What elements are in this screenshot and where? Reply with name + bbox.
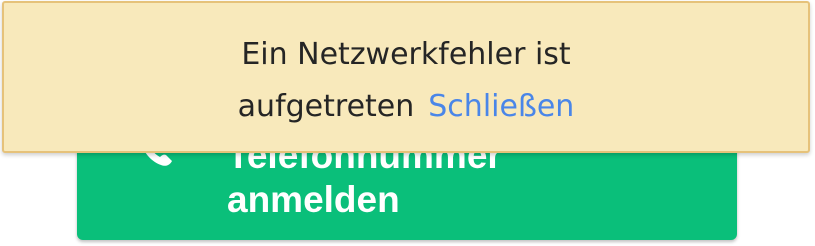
network-error-banner: Ein Netzwerkfehler ist aufgetreten Schlie… [2, 1, 810, 153]
error-message: Ein Netzwerkfehler ist aufgetreten Schlie… [4, 29, 808, 133]
screen: Telefonnummer anmelden Ein Netzwerkfehle… [0, 0, 815, 246]
phone-login-label-line2: anmelden [227, 179, 400, 220]
error-message-line1: Ein Netzwerkfehler ist [241, 37, 571, 72]
error-message-line2-row: aufgetreten Schließen [4, 81, 808, 133]
error-message-line2: aufgetreten [237, 89, 415, 124]
dismiss-button[interactable]: Schließen [428, 89, 574, 124]
